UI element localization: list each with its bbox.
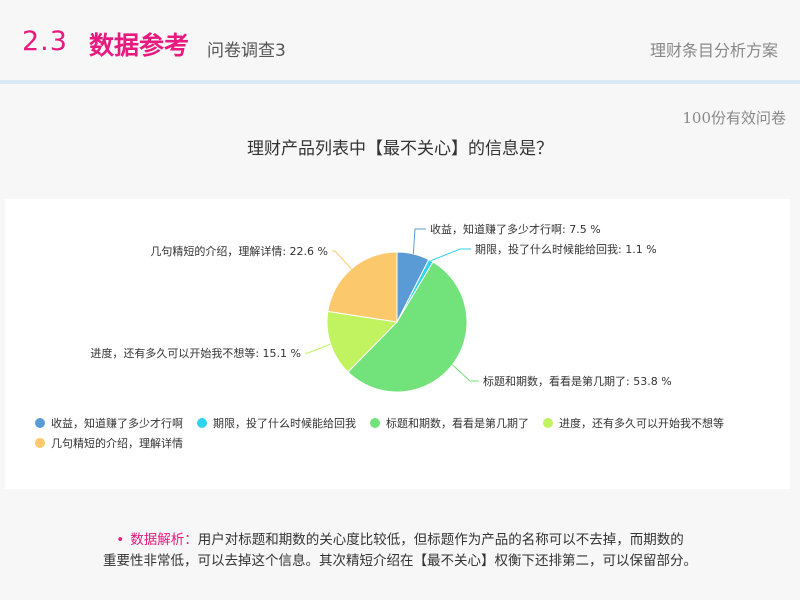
legend-item[interactable]: 期限，投了什么时候能给回我 [197, 413, 356, 433]
section-subtitle: 问卷调查3 [207, 41, 286, 61]
legend-dot-icon [35, 438, 45, 448]
analysis-line-1: 用户对标题和期数的关心度比较低，但标题作为产品的名称可以不去掉，而期数的 [197, 532, 684, 548]
leader-line [452, 364, 479, 382]
legend-item[interactable]: 收益，知道赚了多少才行啊 [35, 413, 183, 433]
section-number: 2.3 [22, 26, 68, 57]
slice-data-label: 进度，还有多久可以开始我不想等: 15.1 % [90, 346, 301, 360]
legend-item[interactable]: 几句精短的介绍，理解详情 [35, 433, 183, 453]
legend-dot-icon [35, 418, 45, 428]
slice-data-label: 几句精短的介绍，理解详情: 22.6 % [150, 244, 328, 258]
sample-note: 100份有效问卷 [682, 109, 786, 127]
slice-data-label: 标题和期数，看看是第几期了: 53.8 % [483, 374, 672, 388]
legend-item[interactable]: 标题和期数，看看是第几期了 [370, 413, 529, 433]
legend-dot-icon [543, 418, 553, 428]
header-right-title: 理财条目分析方案 [649, 41, 778, 60]
pie-slice [327, 251, 398, 323]
legend-label: 期限，投了什么时候能给回我 [213, 417, 356, 430]
analysis-label: 数据解析： [130, 532, 198, 548]
analysis-line-2: 重要性非常低，可以去掉这个信息。其次精短介绍在【最不关心】权衡下还排第二，可以保… [103, 553, 697, 569]
section-title: 数据参考 [89, 31, 190, 60]
leader-line [305, 343, 331, 354]
question-title: 理财产品列表中【最不关心】的信息是？ [247, 139, 553, 159]
legend-dot-icon [370, 418, 380, 428]
header-divider [0, 80, 800, 84]
leader-line [430, 248, 471, 262]
legend-label: 收益，知道赚了多少才行啊 [51, 417, 183, 430]
legend-label: 进度，还有多久可以开始我不想等 [559, 417, 724, 430]
legend-label: 几句精短的介绍，理解详情 [51, 437, 183, 450]
analysis-text: • 数据解析：用户对标题和期数的关心度比较低，但标题作为产品的名称可以不去掉，而期… [0, 530, 800, 572]
chart-legend: 收益，知道赚了多少才行啊 期限，投了什么时候能给回我 标题和期数，看看是第几期了 进度… [35, 413, 780, 453]
legend-label: 标题和期数，看看是第几期了 [386, 417, 529, 430]
legend-dot-icon [197, 418, 207, 428]
slice-data-label: 期限，投了什么时候能给回我: 1.1 % [475, 242, 657, 256]
slice-data-label: 收益，知道赚了多少才行啊: 7.5 % [430, 222, 601, 236]
leader-line [332, 250, 352, 270]
legend-item[interactable]: 进度，还有多久可以开始我不想等 [543, 413, 724, 433]
leader-line [412, 228, 426, 254]
page-header: 2.3 数据参考 问卷调查3 理财条目分析方案 [0, 0, 800, 80]
bullet-icon: • [116, 532, 125, 548]
pie-chart-panel: 收益，知道赚了多少才行啊: 7.5 % 期限，投了什么时候能给回我: 1.1 % 标… [5, 199, 790, 489]
pie-chart: 收益，知道赚了多少才行啊: 7.5 % 期限，投了什么时候能给回我: 1.1 % 标… [90, 222, 672, 393]
